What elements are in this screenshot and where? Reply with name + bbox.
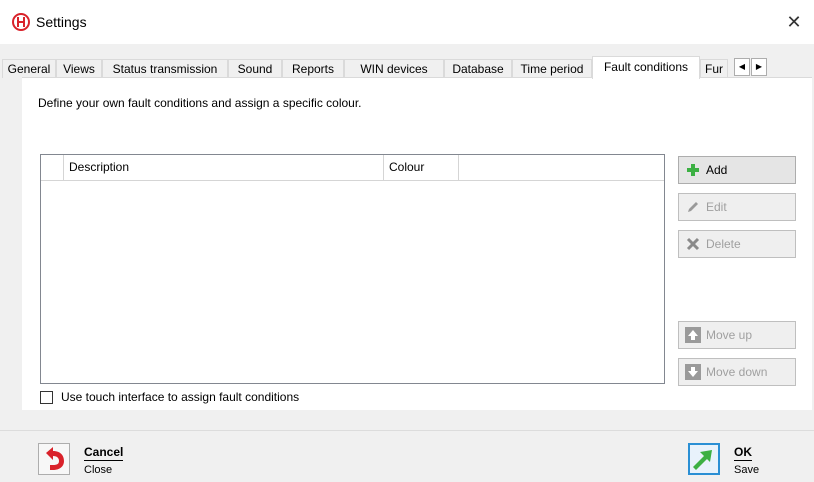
dialog-body: General Views Status transmission Sound …: [0, 44, 814, 430]
close-button[interactable]: ✕: [774, 0, 814, 44]
arrow-up-icon: [685, 327, 701, 343]
header-empty: [459, 155, 664, 180]
move-up-button[interactable]: Move up: [678, 321, 796, 349]
app-logo-icon: [12, 13, 30, 31]
touch-interface-checkbox[interactable]: [40, 390, 53, 404]
intro-text: Define your own fault conditions and ass…: [38, 96, 362, 110]
tab-general[interactable]: General: [2, 59, 56, 78]
cancel-sublabel: Close: [84, 464, 113, 476]
header-colour[interactable]: Colour: [384, 155, 459, 180]
tab-reports[interactable]: Reports: [282, 59, 344, 78]
header-description[interactable]: Description: [64, 155, 384, 180]
tab-fault-conditions[interactable]: Fault conditions: [592, 56, 700, 79]
edit-button-label: Edit: [706, 200, 727, 214]
tab-scroll-buttons: ◀ ▶: [734, 58, 768, 76]
ok-arrow-icon: [690, 450, 718, 476]
tab-status-transmission[interactable]: Status transmission: [102, 59, 228, 78]
delete-button-label: Delete: [706, 237, 741, 251]
tab-scroll-right-button[interactable]: ▶: [751, 58, 767, 76]
move-down-button[interactable]: Move down: [678, 358, 796, 386]
table-header: Description Colour: [41, 155, 664, 181]
pencil-icon: [685, 199, 701, 215]
window-title: Settings: [36, 14, 87, 30]
tab-strip: General Views Status transmission Sound …: [2, 56, 812, 79]
tab-time-period[interactable]: Time period: [512, 59, 592, 78]
tab-win-devices[interactable]: WIN devices: [344, 59, 444, 78]
delete-button[interactable]: Delete: [678, 230, 796, 258]
header-row-selector: [41, 155, 64, 180]
cancel-label[interactable]: Cancel: [84, 445, 124, 461]
tab-scroll-left-button[interactable]: ◀: [734, 58, 750, 76]
cancel-button[interactable]: [38, 443, 70, 475]
delete-icon: [685, 236, 701, 252]
close-icon: ✕: [786, 11, 802, 32]
ok-sublabel: Save: [734, 464, 760, 476]
tab-database[interactable]: Database: [444, 59, 512, 78]
undo-arrow-icon: [39, 447, 69, 477]
tab-views[interactable]: Views: [56, 59, 102, 78]
edit-button[interactable]: Edit: [678, 193, 796, 221]
touch-interface-option[interactable]: Use touch interface to assign fault cond…: [40, 390, 299, 404]
dialog-footer: Cancel Close OK Save: [0, 430, 814, 482]
fault-conditions-table[interactable]: Description Colour: [40, 154, 665, 384]
arrow-down-icon: [685, 364, 701, 380]
touch-interface-label: Use touch interface to assign fault cond…: [61, 390, 300, 404]
add-button[interactable]: Add: [678, 156, 796, 184]
move-down-button-label: Move down: [706, 365, 768, 379]
ok-label[interactable]: OK: [734, 445, 752, 461]
tab-further[interactable]: Fur: [700, 59, 728, 78]
plus-icon: [685, 162, 701, 178]
title-bar: Settings ✕: [0, 0, 814, 44]
add-button-label: Add: [706, 163, 728, 177]
ok-button[interactable]: [688, 443, 720, 475]
fault-conditions-page: Define your own fault conditions and ass…: [22, 77, 812, 410]
tab-sound[interactable]: Sound: [228, 59, 282, 78]
move-up-button-label: Move up: [706, 328, 753, 342]
